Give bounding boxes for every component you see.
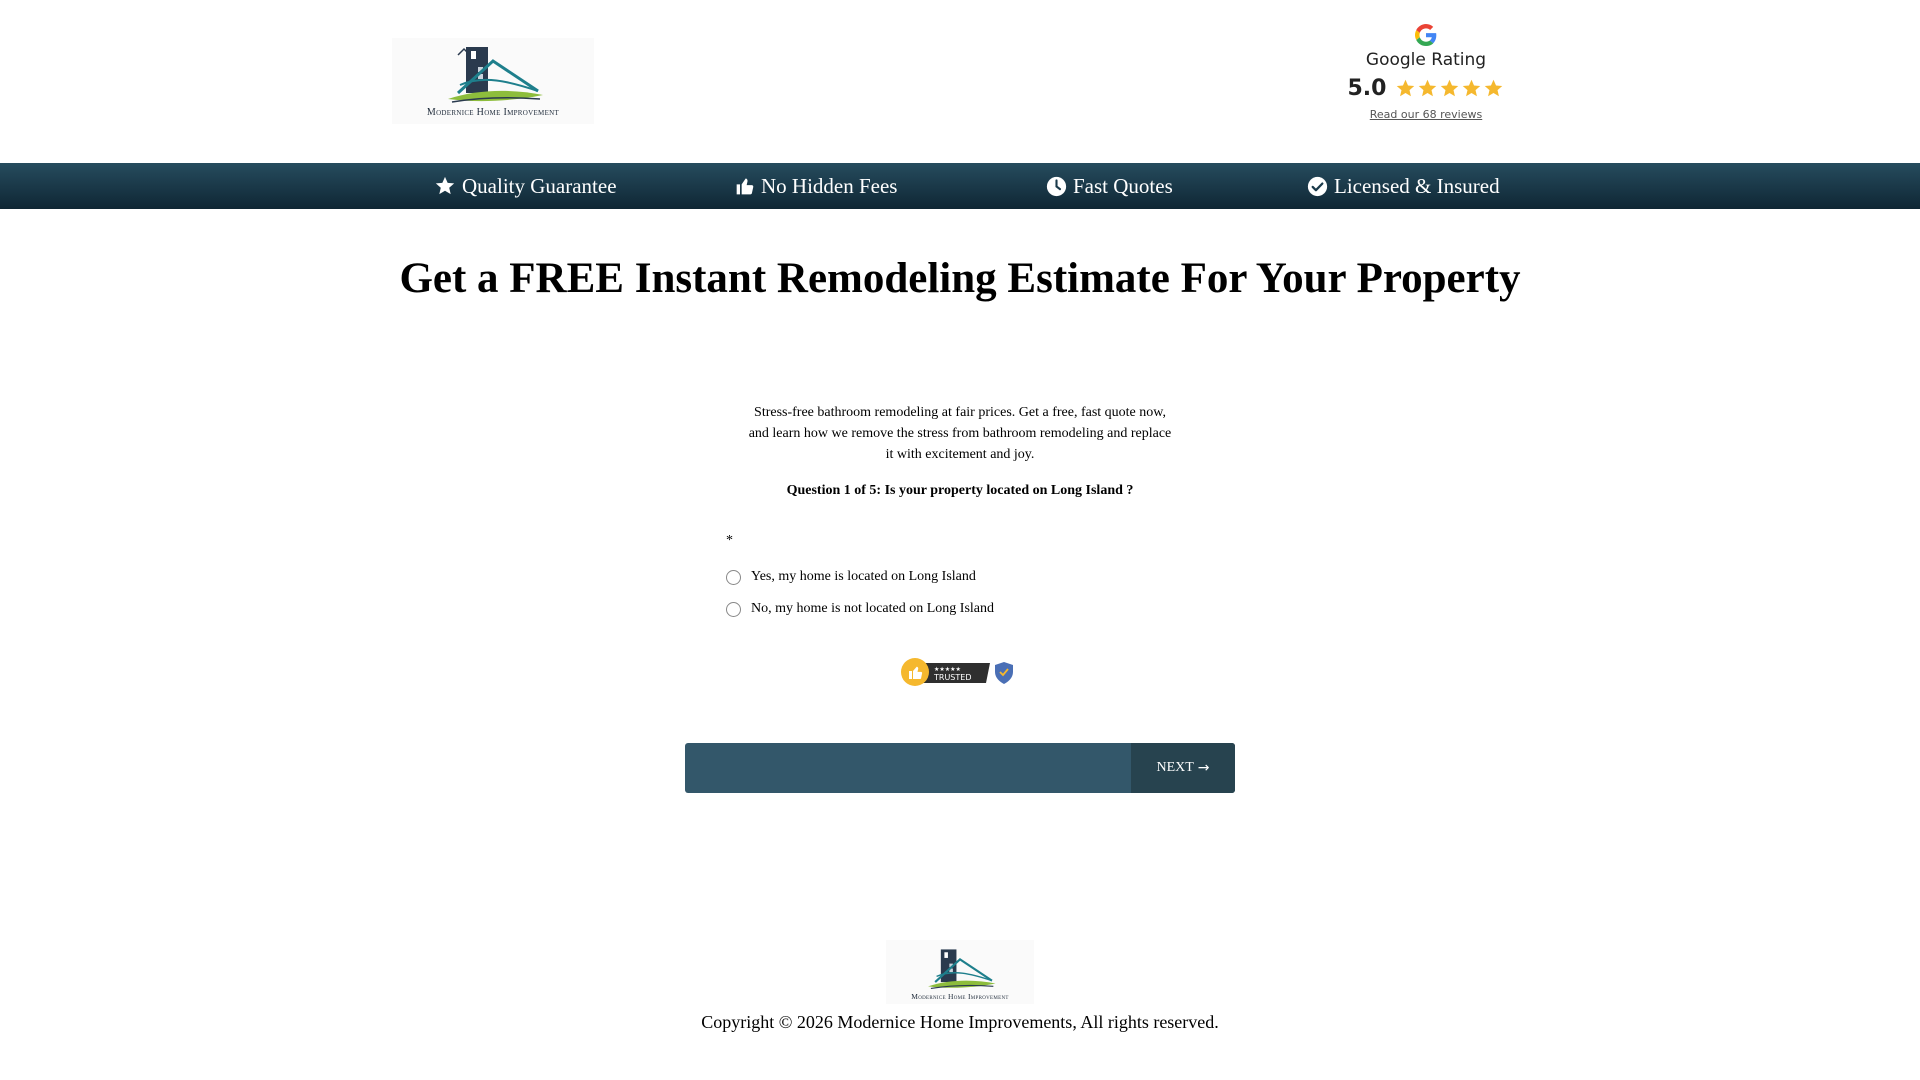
trusted-badge: ★★★★★ TRUSTED xyxy=(900,655,1016,689)
required-marker: * xyxy=(726,533,733,548)
benefit-quality-guarantee: Quality Guarantee xyxy=(434,163,617,209)
site-header: Modernice Home Improvement Google Rating… xyxy=(0,0,1920,163)
benefits-bar: Quality Guarantee No Hidden Fees Fast Qu… xyxy=(0,163,1920,209)
clock-icon xyxy=(1046,176,1067,196)
company-logo[interactable]: Modernice Home Improvement xyxy=(392,38,594,124)
benefit-fast-quotes: Fast Quotes xyxy=(1046,163,1173,209)
next-label: NEXT xyxy=(1156,760,1194,775)
benefit-no-hidden-fees: No Hidden Fees xyxy=(735,163,897,209)
star-icon xyxy=(1462,79,1481,97)
intro-line: it with excitement and joy. xyxy=(885,447,1035,462)
arrow-right-icon: → xyxy=(1197,760,1210,776)
benefit-label: Quality Guarantee xyxy=(462,173,617,198)
option-no-long-island[interactable]: No, my home is not located on Long Islan… xyxy=(726,601,994,617)
benefit-label: Licensed & Insured xyxy=(1334,173,1500,198)
star-icon xyxy=(435,176,455,195)
trusted-stars: ★★★★★ xyxy=(934,666,961,673)
google-rating-stars xyxy=(1394,78,1504,99)
google-reviews-link[interactable]: Read our 68 reviews xyxy=(1340,108,1512,121)
intro-line: Stress-free bathroom remodeling at fair … xyxy=(754,405,1166,420)
star-icon xyxy=(1418,79,1437,97)
star-icon xyxy=(1440,79,1459,97)
check-circle-icon xyxy=(1307,176,1328,196)
question-label: Question 1 of 5: Is your property locate… xyxy=(786,483,1134,498)
google-rating-widget: Google Rating 5.0 Read our 68 reviews xyxy=(1340,24,1512,134)
copyright-text: Copyright © 2026 Modernice Home Improvem… xyxy=(701,1012,1219,1032)
radio-button[interactable] xyxy=(726,569,741,585)
google-rating-score: 5.0 xyxy=(1347,76,1387,101)
google-rating-title: Google Rating xyxy=(1365,50,1487,70)
footer-logo: Modernice Home Improvement xyxy=(886,940,1034,1004)
option-label: Yes, my home is located on Long Island xyxy=(751,569,976,584)
option-yes-long-island[interactable]: Yes, my home is located on Long Island xyxy=(726,569,976,585)
form-navigation-bar: NEXT → xyxy=(685,743,1235,793)
option-label: No, my home is not located on Long Islan… xyxy=(751,601,995,616)
logo-text: Modernice Home Improvement xyxy=(426,107,560,118)
google-g-icon xyxy=(1415,24,1437,46)
star-icon xyxy=(1484,79,1503,97)
benefit-label: Fast Quotes xyxy=(1073,173,1173,198)
intro-line: and learn how we remove the stress from … xyxy=(748,426,1172,441)
house-logo-icon xyxy=(928,949,996,989)
house-logo-icon xyxy=(448,47,543,103)
trusted-label: TRUSTED xyxy=(933,673,971,682)
benefit-licensed-insured: Licensed & Insured xyxy=(1307,163,1500,209)
benefit-label: No Hidden Fees xyxy=(761,173,898,198)
next-button[interactable]: NEXT → xyxy=(1131,743,1235,793)
star-icon xyxy=(1396,79,1415,97)
intro-text: Stress-free bathroom remodeling at fair … xyxy=(740,402,1180,465)
radio-button[interactable] xyxy=(726,601,741,617)
thumbs-up-icon xyxy=(736,178,754,195)
logo-text: Modernice Home Improvement xyxy=(911,992,1009,1001)
page-headline: Get a FREE Instant Remodeling Estimate F… xyxy=(399,255,1521,302)
